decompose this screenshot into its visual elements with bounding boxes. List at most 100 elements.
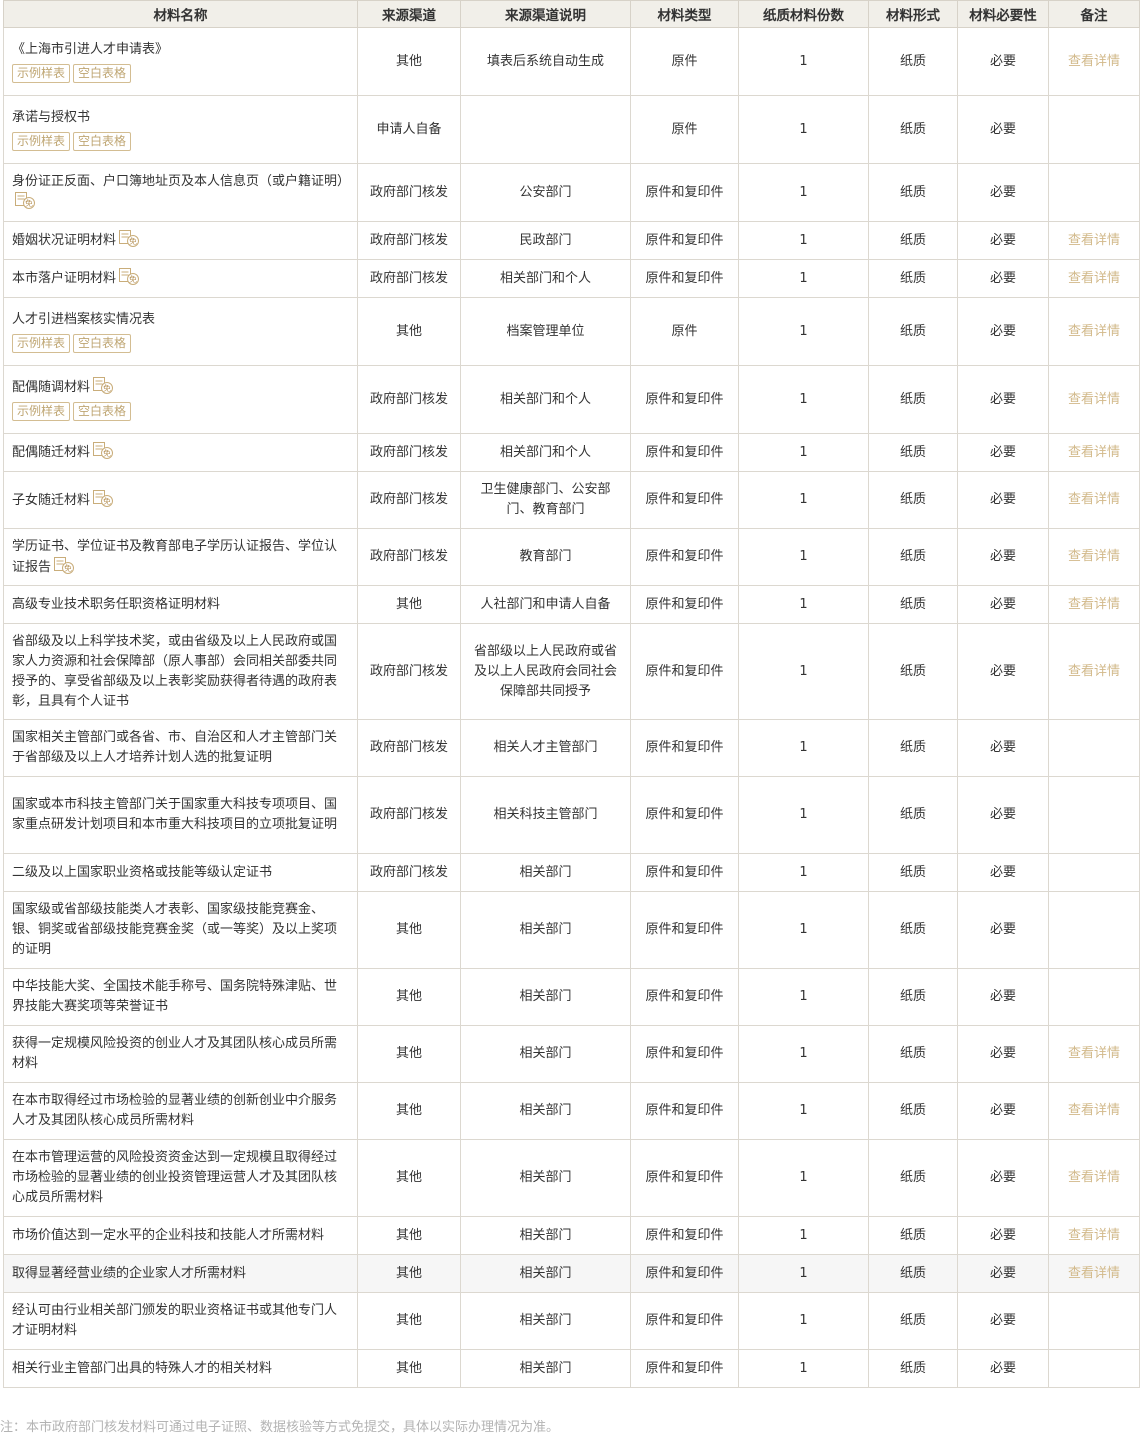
copies-cell: 1: [738, 623, 869, 720]
view-details-link[interactable]: 查看详情: [1068, 664, 1120, 679]
material-type-cell: 原件和复印件: [630, 853, 739, 892]
material-name-cell: 配偶随调材料 免示例样表 空白表格: [3, 365, 358, 434]
material-name-cell: 学历证书、学位证书及教育部电子学历认证报告、学位认证报告免: [3, 528, 358, 586]
source-desc-cell: 教育部门: [460, 528, 631, 586]
material-name: 在本市管理运营的风险投资资金达到一定规模且取得经过市场检验的显著业绩的创业投资管…: [12, 1150, 338, 1205]
table-row: 市场价值达到一定水平的企业科技和技能人才所需材料 其他 相关部门 原件和复印件 1 纸质必…: [3, 1216, 1140, 1255]
view-details-link[interactable]: 查看详情: [1068, 549, 1120, 564]
source-desc-cell: 相关人才主管部门: [460, 719, 631, 777]
material-type-cell: 原件和复印件: [630, 776, 739, 854]
source-desc-cell: 相关部门和个人: [460, 365, 631, 434]
view-details-link[interactable]: 查看详情: [1068, 1046, 1120, 1061]
form-cell: 纸质: [868, 853, 958, 892]
necessity-cell: 必要: [957, 719, 1049, 777]
necessity-cell: 必要: [957, 433, 1049, 472]
view-details-link[interactable]: 查看详情: [1068, 324, 1120, 339]
material-name: 《上海市引进人才申请表》: [12, 41, 169, 57]
material-name-cell: 高级专业技术职务任职资格证明材料: [3, 585, 358, 624]
form-cell: 纸质: [868, 221, 958, 260]
form-cell: 纸质: [868, 528, 958, 586]
exemption-icon: 免: [15, 192, 37, 210]
form-cell: 纸质: [868, 1139, 958, 1217]
note-cell: 查看详情: [1048, 433, 1140, 472]
copies-cell: 1: [738, 1139, 869, 1217]
material-name: 配偶随调材料: [12, 380, 91, 395]
necessity-cell: 必要: [957, 259, 1049, 298]
material-type-cell: 原件和复印件: [630, 1292, 739, 1350]
note-cell: 查看详情: [1048, 297, 1140, 366]
source-cell: 政府部门核发: [357, 528, 461, 586]
view-details-link[interactable]: 查看详情: [1068, 233, 1120, 248]
view-details-link[interactable]: 查看详情: [1068, 1103, 1120, 1118]
material-name: 国家级或省部级技能类人才表彰、国家级技能竞赛金、银、铜奖或省部级技能竞赛金奖（或…: [12, 902, 338, 957]
material-name: 国家相关主管部门或各省、市、自治区和人才主管部门关于省部级及以上人才培养计划人选…: [12, 730, 338, 765]
necessity-cell: 必要: [957, 1292, 1049, 1350]
material-type-cell: 原件和复印件: [630, 163, 739, 222]
material-name: 取得显著经营业绩的企业家人才所需材料: [12, 1265, 247, 1281]
necessity-cell: 必要: [957, 1025, 1049, 1083]
materials-table: 材料名称 来源渠道 来源渠道说明 材料类型 纸质材料份数 材料形式 材料必要性 …: [3, 0, 1140, 1388]
form-cell: 纸质: [868, 471, 958, 529]
copies-cell: 1: [738, 297, 869, 366]
exemption-icon: 免: [119, 230, 141, 248]
view-details-link[interactable]: 查看详情: [1068, 1266, 1120, 1281]
source-cell: 其他: [357, 1349, 461, 1388]
view-details-link[interactable]: 查看详情: [1068, 271, 1120, 286]
form-cell: 纸质: [868, 259, 958, 298]
material-name-cell: 国家相关主管部门或各省、市、自治区和人才主管部门关于省部级及以上人才培养计划人选…: [3, 719, 358, 777]
header-necessity: 材料必要性: [957, 0, 1049, 28]
source-desc-cell: 相关部门: [460, 1216, 631, 1255]
copies-cell: 1: [738, 259, 869, 298]
footnote: 注：本市政府部门核发材料可通过电子证照、数据核验等方式免提交，具体以实际办理情况…: [0, 1420, 560, 1435]
view-details-link[interactable]: 查看详情: [1068, 392, 1120, 407]
source-desc-cell: [460, 95, 631, 164]
view-details-link[interactable]: 查看详情: [1068, 54, 1120, 69]
example-form-link[interactable]: 示例样表: [12, 63, 71, 83]
view-details-link[interactable]: 查看详情: [1068, 445, 1120, 460]
material-name: 人才引进档案核实情况表: [12, 311, 156, 327]
form-cell: 纸质: [868, 719, 958, 777]
material-name: 承诺与授权书: [12, 109, 91, 125]
material-name-cell: 取得显著经营业绩的企业家人才所需材料: [3, 1254, 358, 1293]
note-cell: [1048, 853, 1140, 892]
table-header-row: 材料名称 来源渠道 来源渠道说明 材料类型 纸质材料份数 材料形式 材料必要性 …: [3, 0, 1140, 28]
source-desc-cell: 填表后系统自动生成: [460, 27, 631, 96]
view-details-link[interactable]: 查看详情: [1068, 492, 1120, 507]
material-name: 省部级及以上科学技术奖，或由省级及以上人民政府或国家人力资源和社会保障部（原人事…: [12, 633, 338, 709]
form-cell: 纸质: [868, 95, 958, 164]
header-copies: 纸质材料份数: [738, 0, 869, 28]
copies-cell: 1: [738, 585, 869, 624]
source-desc-cell: 卫生健康部门、公安部门、教育部门: [460, 471, 631, 529]
view-details-link[interactable]: 查看详情: [1068, 597, 1120, 612]
necessity-cell: 必要: [957, 221, 1049, 260]
source-cell: 其他: [357, 27, 461, 96]
blank-form-link[interactable]: 空白表格: [73, 402, 132, 421]
source-desc-cell: 相关部门: [460, 853, 631, 892]
example-form-link[interactable]: 示例样表: [12, 333, 71, 353]
source-cell: 政府部门核发: [357, 853, 461, 892]
table-row: 学历证书、学位证书及教育部电子学历认证报告、学位认证报告免政府部门核发 教育部门原…: [3, 528, 1140, 586]
source-cell: 其他: [357, 1254, 461, 1293]
blank-form-link[interactable]: 空白表格: [73, 333, 132, 353]
material-name: 中华技能大奖、全国技术能手称号、国务院特殊津贴、世界技能大赛奖项等荣誉证书: [12, 979, 338, 1014]
blank-form-link[interactable]: 空白表格: [73, 131, 132, 151]
header-material-type: 材料类型: [630, 0, 739, 28]
necessity-cell: 必要: [957, 95, 1049, 164]
form-cell: 纸质: [868, 1254, 958, 1293]
material-type-cell: 原件和复印件: [630, 259, 739, 298]
necessity-cell: 必要: [957, 1216, 1049, 1255]
example-form-link[interactable]: 示例样表: [12, 402, 71, 421]
necessity-cell: 必要: [957, 891, 1049, 969]
source-cell: 政府部门核发: [357, 163, 461, 222]
material-type-cell: 原件: [630, 27, 739, 96]
example-form-link[interactable]: 示例样表: [12, 131, 71, 151]
blank-form-link[interactable]: 空白表格: [73, 63, 132, 83]
copies-cell: 1: [738, 1254, 869, 1293]
source-cell: 其他: [357, 585, 461, 624]
material-type-cell: 原件和复印件: [630, 365, 739, 434]
view-details-link[interactable]: 查看详情: [1068, 1228, 1120, 1243]
form-cell: 纸质: [868, 365, 958, 434]
svg-text:免: 免: [64, 563, 72, 573]
svg-text:免: 免: [129, 274, 137, 284]
view-details-link[interactable]: 查看详情: [1068, 1170, 1120, 1185]
